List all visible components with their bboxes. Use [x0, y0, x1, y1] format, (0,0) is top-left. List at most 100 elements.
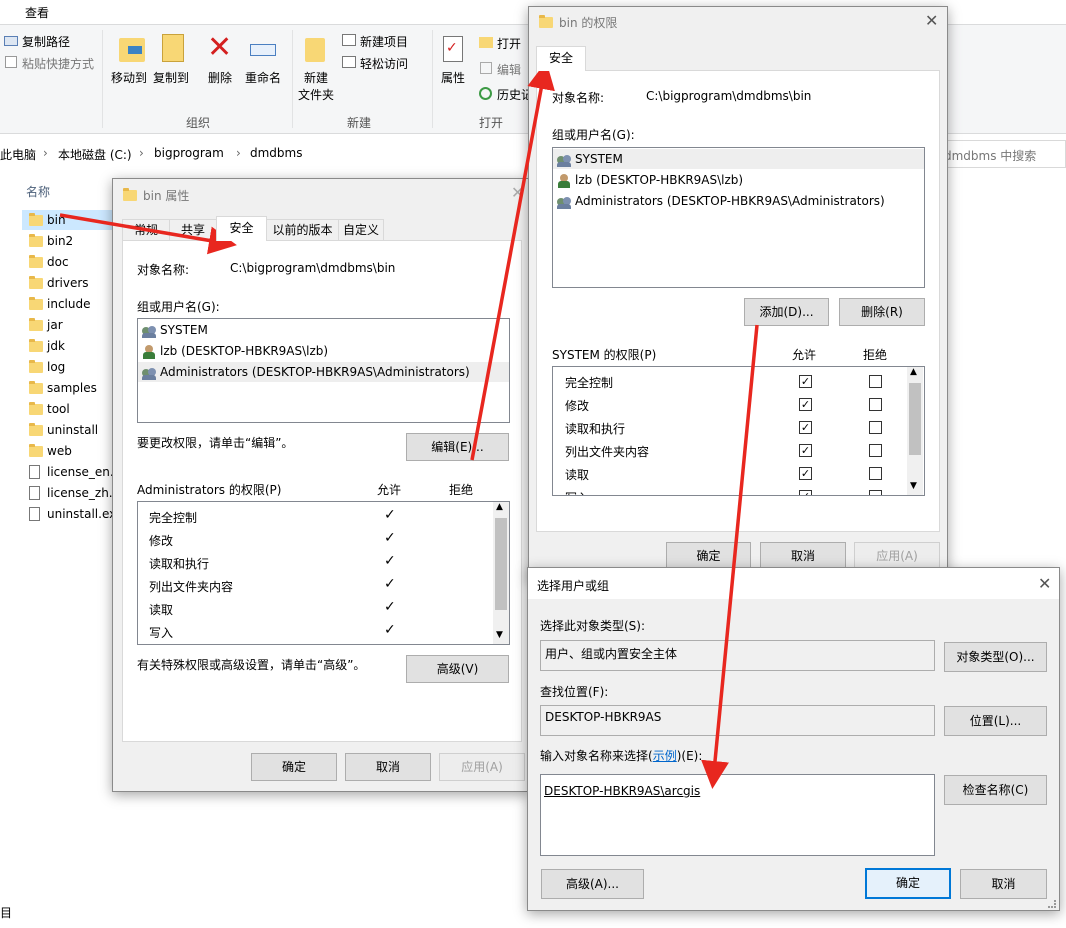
deny-checkbox[interactable]	[869, 421, 882, 434]
tab-customize[interactable]: 自定义	[338, 219, 384, 241]
copy-path-button[interactable]: 复制路径	[22, 33, 70, 50]
file-list-item[interactable]: bin	[47, 213, 66, 227]
edit-button[interactable]: 编辑	[497, 61, 521, 78]
tab-sharing[interactable]: 共享	[169, 219, 217, 241]
close-icon[interactable]: ✕	[511, 185, 524, 201]
user-list-item[interactable]: lzb (DESKTOP-HBKR9AS\lzb)	[575, 173, 743, 187]
file-list-item[interactable]: drivers	[47, 276, 89, 290]
scroll-up-icon[interactable]: ▲	[496, 502, 503, 512]
file-list-item[interactable]: tool	[47, 402, 70, 416]
checkmark-red-icon: ✓	[446, 40, 458, 56]
scroll-down-icon[interactable]: ▼	[496, 630, 503, 640]
deny-checkbox[interactable]	[869, 467, 882, 480]
scroll-down-icon[interactable]: ▼	[910, 481, 917, 491]
file-list-item[interactable]: uninstall	[47, 423, 98, 437]
deny-column: 拒绝	[449, 483, 474, 497]
close-icon[interactable]: ✕	[925, 13, 938, 29]
resize-grip-icon[interactable]	[1048, 900, 1056, 908]
perm-scrollbar[interactable]: ▲ ▼	[493, 502, 509, 644]
remove-button[interactable]: 删除(R)	[839, 298, 925, 326]
deny-checkbox[interactable]	[869, 490, 882, 495]
apply-button[interactable]: 应用(A)	[854, 542, 940, 570]
search-input[interactable]: dmdbms 中搜索	[944, 147, 1036, 164]
user-list-item[interactable]: lzb (DESKTOP-HBKR9AS\lzb)	[160, 344, 328, 358]
scroll-thumb[interactable]	[495, 518, 507, 610]
object-types-button[interactable]: 对象类型(O)...	[944, 642, 1047, 672]
edit-button[interactable]: 编辑(E)...	[406, 433, 509, 461]
close-icon[interactable]: ✕	[1038, 576, 1051, 592]
paste-shortcut-button[interactable]: 粘贴快捷方式	[22, 55, 94, 72]
ok-button[interactable]: 确定	[865, 868, 951, 899]
permission-item: 完全控制	[565, 376, 614, 390]
file-list-item[interactable]: jdk	[47, 339, 65, 353]
chevron-right-icon[interactable]: ›	[43, 146, 48, 160]
user-list-item[interactable]: Administrators (DESKTOP-HBKR9AS\Administ…	[575, 194, 885, 208]
advanced-button[interactable]: 高级(A)...	[541, 869, 644, 899]
user-list-item[interactable]: SYSTEM	[160, 323, 208, 337]
tab-security[interactable]: 安全	[216, 216, 267, 241]
deny-checkbox[interactable]	[869, 375, 882, 388]
easy-access-button[interactable]: 轻松访问	[360, 55, 408, 72]
copy-to-button[interactable]: 复制到	[153, 69, 189, 86]
open-button[interactable]: 打开	[497, 35, 521, 52]
tab-security[interactable]: 安全	[536, 46, 586, 71]
file-list-item[interactable]: log	[47, 360, 65, 374]
column-header-name[interactable]: 名称	[26, 183, 50, 200]
properties-button[interactable]: 属性	[441, 69, 465, 86]
new-folder-label-2[interactable]: 文件夹	[298, 86, 334, 103]
breadcrumb-dmdbms[interactable]: dmdbms	[250, 146, 302, 160]
tab-previous-versions[interactable]: 以前的版本	[266, 219, 339, 241]
allow-checkbox[interactable]: ✓	[799, 467, 812, 480]
cancel-button[interactable]: 取消	[345, 753, 431, 781]
breadcrumb-drive[interactable]: 本地磁盘 (C:)	[58, 146, 132, 163]
allow-checkbox[interactable]: ✓	[799, 444, 812, 457]
tab-general[interactable]: 常规	[122, 219, 170, 241]
user-list-item[interactable]: Administrators (DESKTOP-HBKR9AS\Administ…	[160, 365, 470, 379]
advanced-button[interactable]: 高级(V)	[406, 655, 509, 683]
check-icon: ✓	[384, 530, 396, 546]
permission-item: 读取	[149, 603, 174, 617]
new-item-button[interactable]: 新建项目	[360, 33, 408, 50]
ok-button[interactable]: 确定	[251, 753, 337, 781]
check-names-button[interactable]: 检查名称(C)	[944, 775, 1047, 805]
examples-link[interactable]: 示例	[653, 749, 677, 763]
ok-button[interactable]: 确定	[666, 542, 751, 570]
object-name-entry[interactable]: DESKTOP-HBKR9AS\arcgis	[544, 784, 700, 798]
folder-icon	[29, 444, 43, 457]
file-list-item[interactable]: web	[47, 444, 72, 458]
cancel-button[interactable]: 取消	[960, 869, 1047, 899]
change-hint: 要更改权限，请单击“编辑”。	[137, 436, 294, 450]
breadcrumb-bigprogram[interactable]: bigprogram	[154, 146, 224, 160]
perm-scrollbar[interactable]: ▲ ▼	[907, 367, 923, 495]
file-list-item[interactable]: jar	[47, 318, 63, 332]
cancel-button[interactable]: 取消	[760, 542, 846, 570]
allow-checkbox[interactable]: ✓	[799, 375, 812, 388]
allow-checkbox[interactable]: ✓	[799, 490, 812, 495]
add-button[interactable]: 添加(D)...	[744, 298, 829, 326]
breadcrumb-this-pc[interactable]: 此电脑	[0, 146, 36, 163]
deny-checkbox[interactable]	[869, 444, 882, 457]
file-list-item[interactable]: samples	[47, 381, 97, 395]
scroll-up-icon[interactable]: ▲	[910, 367, 917, 377]
deny-checkbox[interactable]	[869, 398, 882, 411]
select-user-dialog: 选择用户或组 ✕ 选择此对象类型(S): 用户、组或内置安全主体 对象类型(O)…	[527, 567, 1060, 911]
chevron-right-icon[interactable]: ›	[139, 146, 144, 160]
scroll-thumb[interactable]	[909, 383, 921, 455]
delete-button[interactable]: 删除	[208, 69, 232, 86]
allow-checkbox[interactable]: ✓	[799, 398, 812, 411]
user-list-item[interactable]: SYSTEM	[575, 152, 623, 166]
tab-view[interactable]: 查看	[25, 4, 49, 21]
groups-label: 组或用户名(G):	[552, 128, 635, 142]
file-list-item[interactable]: bin2	[47, 234, 73, 248]
file-list-item[interactable]: doc	[47, 255, 69, 269]
move-to-button[interactable]: 移动到	[111, 69, 147, 86]
check-icon: ✓	[384, 599, 396, 615]
locations-button[interactable]: 位置(L)...	[944, 706, 1047, 736]
allow-checkbox[interactable]: ✓	[799, 421, 812, 434]
rename-button[interactable]: 重命名	[245, 69, 281, 86]
file-list-item[interactable]: include	[47, 297, 90, 311]
chevron-right-icon[interactable]: ›	[236, 146, 241, 160]
apply-button[interactable]: 应用(A)	[439, 753, 525, 781]
new-folder-label-1[interactable]: 新建	[304, 69, 328, 86]
properties-dialog-title: bin 属性	[143, 189, 190, 203]
